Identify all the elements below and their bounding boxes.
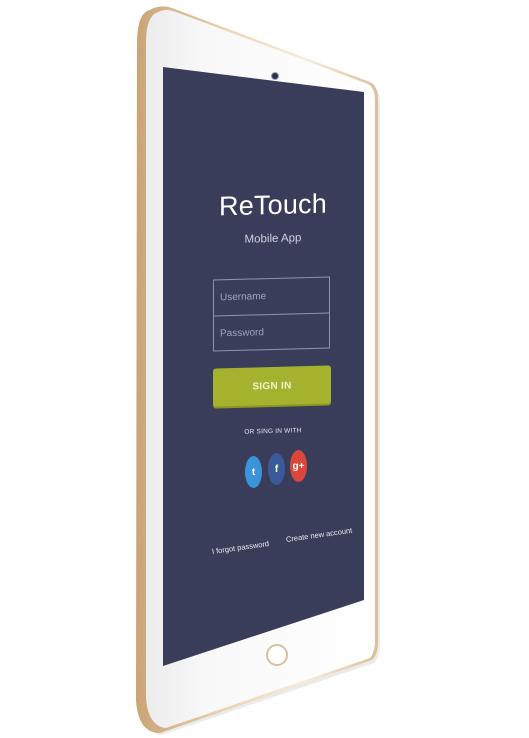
facebook-button[interactable]: f xyxy=(268,453,285,485)
twitter-icon: t xyxy=(251,466,256,478)
app-title: ReTouch xyxy=(219,188,327,222)
twitter-button[interactable]: t xyxy=(245,456,262,488)
google-plus-button[interactable]: g+ xyxy=(290,450,307,482)
password-input[interactable] xyxy=(214,312,329,351)
front-camera xyxy=(272,73,278,79)
google-plus-icon: g+ xyxy=(292,460,305,472)
device-mockup: ReTouch Mobile App SIGN IN OR SING IN WI… xyxy=(0,0,529,738)
facebook-icon: f xyxy=(274,463,279,475)
username-input[interactable] xyxy=(214,277,329,316)
login-form xyxy=(213,276,330,352)
sign-in-button[interactable]: SIGN IN xyxy=(213,365,331,407)
home-button[interactable] xyxy=(266,644,288,666)
